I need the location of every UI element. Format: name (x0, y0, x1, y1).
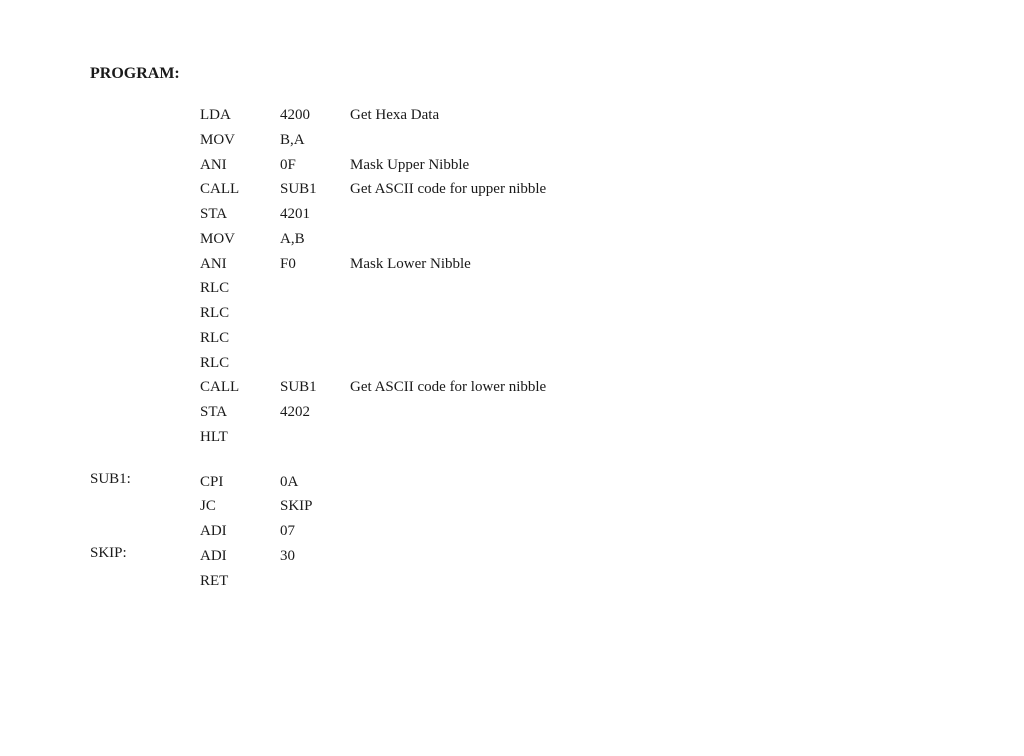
instr-row: RLC (200, 326, 650, 351)
operand-cell (280, 301, 350, 326)
comment-cell (350, 202, 650, 227)
mnemonic-cell: ANI (200, 252, 280, 277)
instr-row: RLC (200, 276, 650, 301)
instr-row: RLC (200, 301, 650, 326)
program-heading: PROGRAM: (90, 65, 1014, 83)
instr-row: RLC (200, 351, 650, 376)
comment-cell (350, 227, 650, 252)
comment-cell: Get ASCII code for lower nibble (350, 375, 650, 400)
mnemonic-cell: CALL (200, 375, 280, 400)
sub1-instr-table: CPI0AJCSKIPADI07 (200, 470, 650, 544)
mnemonic-cell: RLC (200, 276, 280, 301)
sub1-instr-inner: CPI0AJCSKIPADI07 (200, 470, 650, 544)
mnemonic-cell: ANI (200, 153, 280, 178)
mnemonic-cell: ADI (200, 544, 280, 569)
operand-cell: B,A (280, 128, 350, 153)
mnemonic-cell: RLC (200, 326, 280, 351)
mnemonic-cell: JC (200, 494, 280, 519)
main-instr-table: LDA4200Get Hexa DataMOVB,AANI0FMask Uppe… (200, 103, 650, 450)
comment-cell (350, 326, 650, 351)
comment-cell: Get Hexa Data (350, 103, 650, 128)
mnemonic-cell: RET (200, 569, 280, 594)
skip-block-row: SKIP: ADI30RET (90, 544, 650, 594)
instr-row: CALLSUB1Get ASCII code for lower nibble (200, 375, 650, 400)
comment-cell: Mask Upper Nibble (350, 153, 650, 178)
instr-row: HLT (200, 425, 650, 450)
operand-cell: 0F (280, 153, 350, 178)
mnemonic-cell: CPI (200, 470, 280, 495)
main-label (90, 103, 200, 450)
comment-cell (350, 351, 650, 376)
mnemonic-cell: STA (200, 400, 280, 425)
skip-instr-table: ADI30RET (200, 544, 650, 594)
sub1-block-row: SUB1: CPI0AJCSKIPADI07 (90, 470, 650, 544)
instr-row: CALLSUB1Get ASCII code for upper nibble (200, 177, 650, 202)
operand-cell: 4200 (280, 103, 350, 128)
mnemonic-cell: RLC (200, 351, 280, 376)
comment-cell: Mask Lower Nibble (350, 252, 650, 277)
main-instr-inner: LDA4200Get Hexa DataMOVB,AANI0FMask Uppe… (200, 103, 650, 450)
instr-row: LDA4200Get Hexa Data (200, 103, 650, 128)
mnemonic-cell: HLT (200, 425, 280, 450)
operand-cell: SKIP (280, 494, 350, 519)
main-instructions-block: LDA4200Get Hexa DataMOVB,AANI0FMask Uppe… (90, 103, 650, 593)
operand-cell (280, 351, 350, 376)
instr-row: MOVA,B (200, 227, 650, 252)
comment-cell (350, 128, 650, 153)
mnemonic-cell: LDA (200, 103, 280, 128)
operand-cell (280, 425, 350, 450)
instr-row: STA4202 (200, 400, 650, 425)
comment-cell (350, 519, 650, 544)
mnemonic-cell: RLC (200, 301, 280, 326)
operand-cell (280, 326, 350, 351)
mnemonic-cell: CALL (200, 177, 280, 202)
comment-cell (350, 470, 650, 495)
instr-row: ANIF0Mask Lower Nibble (200, 252, 650, 277)
mnemonic-cell: MOV (200, 227, 280, 252)
operand-cell: 07 (280, 519, 350, 544)
instr-row: ADI07 (200, 519, 650, 544)
mnemonic-cell: STA (200, 202, 280, 227)
instr-row: JCSKIP (200, 494, 650, 519)
sub1-label: SUB1: (90, 470, 200, 544)
skip-instr-inner: ADI30RET (200, 544, 650, 594)
comment-cell (350, 301, 650, 326)
main-instructions-row: LDA4200Get Hexa DataMOVB,AANI0FMask Uppe… (90, 103, 650, 450)
skip-label: SKIP: (90, 544, 200, 594)
operand-cell: A,B (280, 227, 350, 252)
instr-row: RET (200, 569, 650, 594)
comment-cell (350, 425, 650, 450)
operand-cell: F0 (280, 252, 350, 277)
comment-cell: Get ASCII code for upper nibble (350, 177, 650, 202)
instr-row: MOVB,A (200, 128, 650, 153)
operand-cell (280, 569, 350, 594)
operand-cell: 0A (280, 470, 350, 495)
operand-cell: 4202 (280, 400, 350, 425)
operand-cell: 4201 (280, 202, 350, 227)
spacer-1 (90, 450, 650, 470)
page: PROGRAM: LDA4200Get Hexa DataMOVB,AANI0F… (40, 30, 1024, 726)
instr-row: STA4201 (200, 202, 650, 227)
mnemonic-cell: ADI (200, 519, 280, 544)
comment-cell (350, 400, 650, 425)
operand-cell: SUB1 (280, 375, 350, 400)
operand-cell (280, 276, 350, 301)
operand-cell: SUB1 (280, 177, 350, 202)
comment-cell (350, 276, 650, 301)
instr-row: CPI0A (200, 470, 650, 495)
comment-cell (350, 544, 650, 569)
comment-cell (350, 494, 650, 519)
operand-cell: 30 (280, 544, 350, 569)
comment-cell (350, 569, 650, 594)
instr-row: ADI30 (200, 544, 650, 569)
instr-row: ANI0FMask Upper Nibble (200, 153, 650, 178)
mnemonic-cell: MOV (200, 128, 280, 153)
